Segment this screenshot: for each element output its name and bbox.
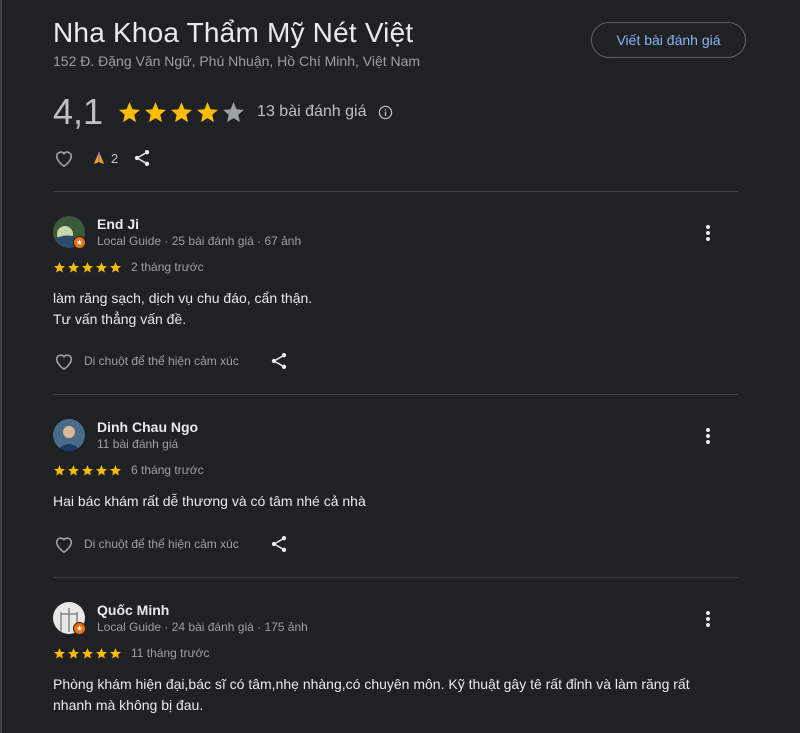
star-icon [82,261,93,272]
star-icon [82,647,93,658]
reviewer-name[interactable]: End Ji [97,216,139,232]
more-vert-icon[interactable] [698,426,718,446]
divider [53,394,738,395]
reviewer-meta: Local Guide · 24 bài đánh giá · 175 ảnh [97,620,308,634]
heart-icon[interactable] [53,148,75,168]
pray-icon [94,152,104,164]
reviewer-name[interactable]: Quốc Minh [97,602,169,618]
share-icon[interactable] [132,148,152,168]
review-text: Phòng khám hiện đại,bác sĩ có tâm,nhẹ nh… [53,674,690,716]
react-hint: Di chuột để thể hiện cảm xúc [84,354,239,368]
star-icon [197,101,218,122]
share-icon[interactable] [269,534,289,554]
divider [53,577,738,578]
star-icon [110,647,121,658]
star-empty-icon [223,101,244,122]
star-icon [68,647,79,658]
review-text-line: làm răng sạch, dịch vụ chu đáo, cẩn thận… [53,290,313,306]
write-review-button[interactable]: Viết bài đánh giá [591,22,746,58]
review-text-line: Hai bác khám rất dễ thương và có tâm nhé… [53,493,366,509]
review-time: 2 tháng trước [131,260,204,274]
star-icon [110,261,121,272]
star-icon [68,261,79,272]
average-rating: 4,1 [53,91,104,132]
local-guide-badge: ★ [73,236,86,249]
window-edge [0,0,2,733]
review-stars: 11 tháng trước [53,646,209,660]
pray-count: 2 [111,150,119,166]
star-icon [171,101,192,122]
reviewer-meta: Local Guide · 25 bài đánh giá · 67 ảnh [97,234,302,248]
star-icon [68,464,79,475]
local-guide-badge: ★ [73,622,86,635]
star-icon [119,101,140,122]
more-vert-icon[interactable] [698,609,718,629]
review-actions: Di chuột để thể hiện cảm xúc [53,351,289,371]
star-icon [145,101,166,122]
star-icon [54,647,65,658]
info-icon[interactable] [378,105,393,120]
heart-icon[interactable] [53,534,75,554]
star-icon [96,647,107,658]
share-icon[interactable] [269,351,289,371]
reviewer-name[interactable]: Dinh Chau Ngo [97,419,198,435]
review-text: Hai bác khám rất dễ thương và có tâm nhé… [53,491,366,512]
review-text: làm răng sạch, dịch vụ chu đáo, cẩn thận… [53,288,312,330]
star-icon [82,464,93,475]
review-stars: 6 tháng trước [53,463,204,477]
rating-stars [117,100,247,125]
review-actions: Di chuột để thể hiện cảm xúc [53,534,289,554]
star-icon [96,261,107,272]
divider [53,191,738,192]
star-icon [110,464,121,475]
reviewer-meta: 11 bài đánh giá [97,437,179,451]
review-text-line: Tư vấn thẳng vấn đề. [53,311,187,327]
react-hint: Di chuột để thể hiện cảm xúc [84,537,239,551]
review-text-line: nhanh mà không bị đau. [53,697,204,713]
review-text-line: Phòng khám hiện đại,bác sĩ có tâm,nhẹ nh… [53,676,690,692]
place-actions: 2 [53,148,152,168]
review-time: 6 tháng trước [131,463,204,477]
pray-reaction[interactable]: 2 [91,150,118,166]
star-icon [54,464,65,475]
star-icon [96,464,107,475]
heart-icon[interactable] [53,351,75,371]
rating-summary: 4,1 13 bài đánh giá [53,92,393,132]
review-time: 11 tháng trước [131,646,210,660]
star-icon [54,261,65,272]
review-stars: 2 tháng trước [53,260,204,274]
more-vert-icon[interactable] [698,223,718,243]
review-count[interactable]: 13 bài đánh giá [257,103,366,121]
avatar[interactable] [53,419,85,451]
